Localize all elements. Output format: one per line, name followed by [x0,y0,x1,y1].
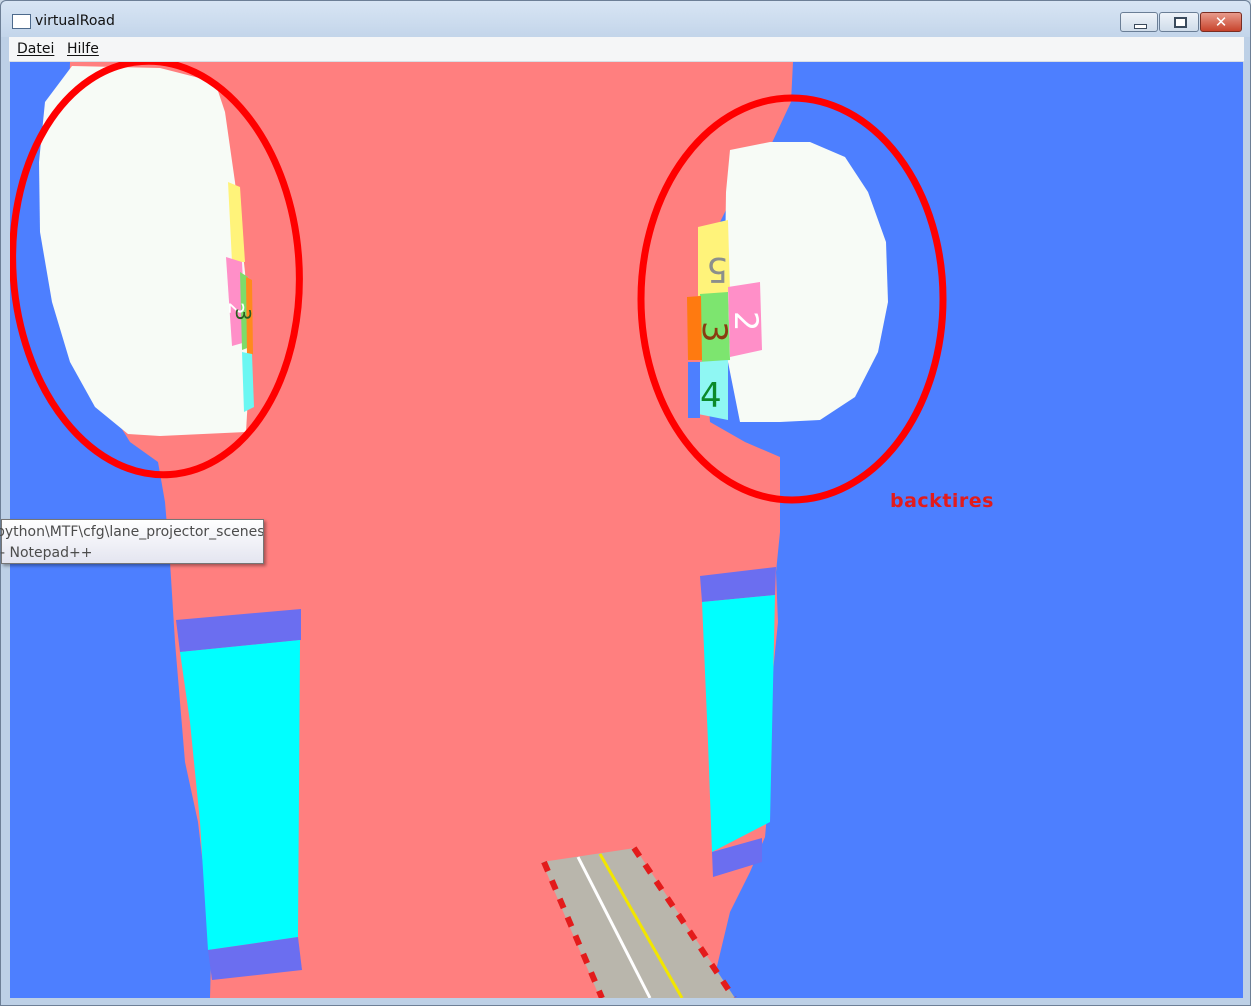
minimize-icon [1134,24,1147,29]
menu-bar: Datei Hilfe [9,37,1244,62]
maximize-button[interactable] [1159,12,1199,32]
left-tire-digit-3: 3 [231,308,255,321]
right-tire-digit-2: 2 [727,311,765,331]
right-back-tire [725,142,888,422]
menu-hilfe[interactable]: Hilfe [67,41,99,57]
app-window: virtualRoad ✕ Datei Hilfe 2 3 5 3 2 4 ba… [0,0,1251,1006]
tooltip-line-2: - Notepad++ [0,545,93,561]
maximize-icon [1174,17,1187,28]
window-title: virtualRoad [35,13,115,29]
left-cyan-panel [180,640,300,950]
menu-datei[interactable]: Datei [17,41,54,57]
right-cyan-panel [702,595,775,852]
taskbar-tooltip: python\MTF\cfg\lane_projector_scenes\ - … [0,519,264,564]
window-icon [12,14,31,29]
left-back-tire [39,66,250,436]
backtires-annotation: backtires [890,490,994,512]
minimize-button[interactable] [1120,12,1158,32]
right-tire-digit-4: 4 [700,376,722,416]
right-tire-digit-5: 5 [706,249,728,289]
tooltip-line-1: python\MTF\cfg\lane_projector_scenes\ [0,524,263,540]
right-marker-blue [688,362,700,418]
title-bar[interactable]: virtualRoad ✕ [1,1,1250,37]
close-button[interactable]: ✕ [1200,12,1242,32]
left-marker-cyan [242,352,254,412]
close-icon: ✕ [1214,13,1228,31]
